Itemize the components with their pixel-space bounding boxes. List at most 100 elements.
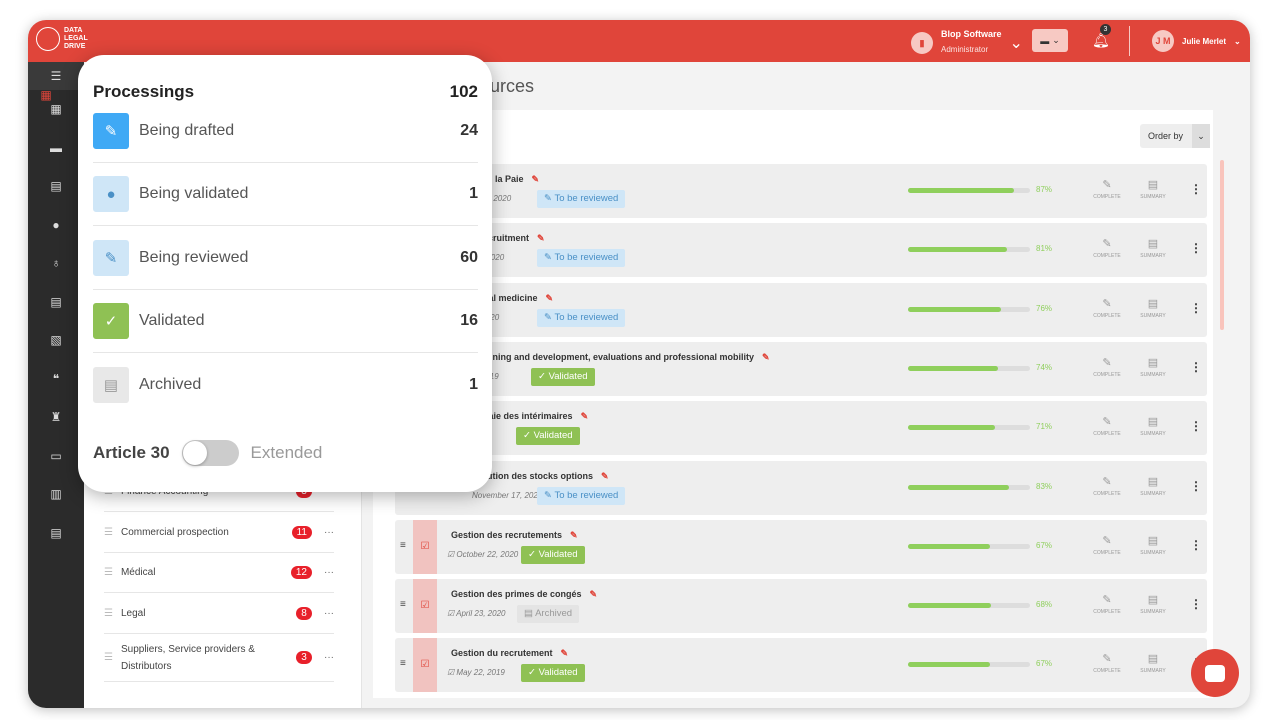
row-title[interactable]: Gestion du recrutement	[451, 648, 553, 658]
scrollbar[interactable]	[1220, 160, 1224, 330]
clipboard-icon[interactable]: ▥	[28, 475, 84, 514]
status-filter-archived[interactable]: ▤ Archived 1	[93, 353, 478, 416]
summary-button[interactable]: ▤ SUMMARY	[1135, 237, 1171, 259]
calendar-icon[interactable]: ▬	[28, 129, 84, 168]
row-title[interactable]: nning and development, evaluations and p…	[487, 352, 754, 362]
more-vertical-icon[interactable]: ⋮	[1190, 241, 1202, 255]
complete-button[interactable]: ✎ COMPLETE	[1089, 297, 1125, 319]
more-icon[interactable]: ···	[324, 527, 334, 538]
drag-handle-icon[interactable]: ≡	[400, 540, 406, 551]
category-item[interactable]: ☰ Suppliers, Service providers & Distribu…	[104, 634, 334, 682]
order-by-dropdown[interactable]: Order by ⌄	[1140, 124, 1210, 148]
complete-button[interactable]: ✎ COMPLETE	[1089, 356, 1125, 378]
file-signature-icon[interactable]: ▧	[28, 321, 84, 360]
network-icon[interactable]: ♜	[28, 398, 84, 437]
status-icon: ✎	[544, 252, 555, 264]
category-item[interactable]: ☰ Médical 12 ···	[104, 553, 334, 593]
summary-button[interactable]: ▤ SUMMARY	[1135, 178, 1171, 200]
drag-handle-icon[interactable]: ☰	[104, 652, 113, 663]
status-label: Being reviewed	[139, 248, 249, 266]
complete-button[interactable]: ✎ COMPLETE	[1089, 178, 1125, 200]
checkbox-icon[interactable]: ☑	[413, 579, 437, 634]
processing-row[interactable]: ≡ ☑ Gestion des primes de congés ✎ ☑ April 2…	[395, 579, 1207, 634]
drag-handle-icon[interactable]: ≡	[400, 599, 406, 610]
summary-button[interactable]: ▤ SUMMARY	[1135, 593, 1171, 615]
row-title[interactable]: Gestion des recrutements	[451, 530, 562, 540]
chat-button[interactable]	[1191, 649, 1239, 697]
edit-icon[interactable]: ✎	[570, 530, 578, 540]
processing-row[interactable]: ≡ ☑ Gestion des recrutements ✎ ☑ October 22,…	[395, 519, 1207, 574]
processing-row[interactable]: nal medicine✎03, 2020✎ To be reviewed76%…	[395, 282, 1207, 337]
complete-button[interactable]: ✎ COMPLETE	[1089, 415, 1125, 437]
summary-button[interactable]: ▤ SUMMARY	[1135, 415, 1171, 437]
drag-handle-icon[interactable]: ☰	[104, 608, 113, 619]
complete-button[interactable]: ✎ COMPLETE	[1089, 534, 1125, 556]
table-icon[interactable]: ▦	[28, 76, 64, 115]
status-filter-being-validated[interactable]: ● Being validated 1	[93, 163, 478, 227]
status-filter-validated[interactable]: ✓ Validated 16	[93, 290, 478, 353]
processing-row[interactable]: nning and development, evaluations and p…	[395, 341, 1207, 396]
eye-icon[interactable]: ●	[28, 206, 84, 245]
edit-icon[interactable]: ✎	[590, 589, 598, 599]
row-title[interactable]: cruitment	[488, 233, 529, 243]
inbox-icon[interactable]: ▭	[28, 437, 84, 476]
processing-row[interactable]: ution des stocks options ✎ November 17, 20…	[395, 460, 1207, 515]
summary-button[interactable]: ▤ SUMMARY	[1135, 475, 1171, 497]
edit-icon[interactable]: ✎	[762, 352, 770, 362]
user-menu[interactable]: J M Julie Merlet ⌄	[1152, 30, 1241, 52]
more-icon[interactable]: ···	[324, 567, 334, 578]
more-vertical-icon[interactable]: ⋮	[1190, 479, 1202, 493]
more-vertical-icon[interactable]: ⋮	[1190, 182, 1202, 196]
card-icon[interactable]: ▤	[28, 514, 84, 553]
checkbox-icon[interactable]: ☑	[413, 519, 437, 574]
summary-button[interactable]: ▤ SUMMARY	[1135, 356, 1171, 378]
complete-button[interactable]: ✎ COMPLETE	[1089, 237, 1125, 259]
summary-button[interactable]: ▤ SUMMARY	[1135, 534, 1171, 556]
logo[interactable]: DATA LEGAL DRIVE	[36, 27, 88, 51]
row-title[interactable]: Gestion des primes de congés	[451, 589, 582, 599]
processing-row[interactable]: la Paie ✎ 08, 2020 ✎ To be reviewed 87% ✎ COMP…	[395, 164, 1207, 218]
category-item[interactable]: ☰ Legal 8 ···	[104, 594, 334, 634]
document-icon[interactable]: ▤	[28, 167, 84, 206]
processing-row[interactable]: cruitment✎04, 2020✎ To be reviewed81%✎CO…	[395, 223, 1207, 278]
edit-icon[interactable]: ✎	[581, 411, 589, 421]
row-title[interactable]: ution des stocks options	[487, 471, 593, 481]
edit-icon[interactable]: ✎	[546, 293, 554, 303]
edit-icon[interactable]: ✎	[601, 471, 609, 481]
notifications-button[interactable]: 🔔︎ 3	[1092, 24, 1111, 49]
quote-icon[interactable]: ❝	[28, 360, 84, 399]
user-name: Julie Merlet	[1182, 36, 1227, 46]
complete-button[interactable]: ✎ COMPLETE	[1089, 652, 1125, 674]
more-vertical-icon[interactable]: ⋮	[1190, 301, 1202, 315]
progress-bar	[908, 425, 1030, 431]
drag-handle-icon[interactable]: ☰	[104, 567, 113, 578]
status-filter-being-drafted[interactable]: ✎ Being drafted 24	[93, 100, 478, 163]
more-vertical-icon[interactable]: ⋮	[1190, 419, 1202, 433]
row-date: November 17, 2020	[472, 490, 543, 500]
edit-icon[interactable]: ✎	[532, 174, 540, 184]
organization-selector[interactable]: ▮ Blop Software Administrator ⌄	[911, 29, 1023, 57]
file-icon[interactable]: ▤	[28, 283, 84, 322]
complete-button[interactable]: ✎ COMPLETE	[1089, 593, 1125, 615]
status-filter-being-reviewed[interactable]: ✎ Being reviewed 60	[93, 227, 478, 290]
stethoscope-icon[interactable]: ♁	[28, 244, 84, 283]
summary-button[interactable]: ▤ SUMMARY	[1135, 652, 1171, 674]
more-icon[interactable]: ···	[324, 608, 334, 619]
more-vertical-icon[interactable]: ⋮	[1190, 360, 1202, 374]
edit-icon[interactable]: ✎	[561, 648, 569, 658]
more-vertical-icon[interactable]: ⋮	[1190, 538, 1202, 552]
more-vertical-icon[interactable]: ⋮	[1190, 597, 1202, 611]
more-icon[interactable]: ···	[324, 652, 334, 663]
processing-row[interactable]: ≡ ☑ Gestion du recrutement ✎ ☑ May 22, 2019 ✓…	[395, 638, 1207, 693]
checkbox-icon[interactable]: ☑	[413, 638, 437, 693]
row-title[interactable]: la Paie	[495, 174, 524, 184]
edit-icon[interactable]: ✎	[537, 233, 545, 243]
language-selector[interactable]: ▬ ⌄	[1032, 29, 1068, 52]
category-item[interactable]: ☰ Commercial prospection 11 ···	[104, 513, 334, 553]
drag-handle-icon[interactable]: ☰	[104, 527, 113, 538]
processing-row[interactable]: la paie des intérimaires✎20✓ Validated71…	[395, 401, 1207, 456]
extended-toggle[interactable]	[181, 440, 239, 466]
summary-button[interactable]: ▤ SUMMARY	[1135, 297, 1171, 319]
drag-handle-icon[interactable]: ≡	[400, 658, 406, 669]
complete-button[interactable]: ✎ COMPLETE	[1089, 475, 1125, 497]
